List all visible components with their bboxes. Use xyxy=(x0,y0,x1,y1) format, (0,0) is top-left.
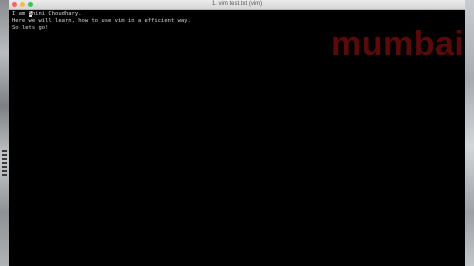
window-title: 1. vim test.txt (vim) xyxy=(211,1,263,7)
line-1-start: I am xyxy=(12,11,29,17)
title-bar[interactable]: 1. vim test.txt (vim) xyxy=(9,0,465,10)
dock-indicator xyxy=(2,150,7,178)
line-1-rest: hini Choudhary. xyxy=(31,11,82,17)
watermark: mumbai xyxy=(331,25,465,63)
desktop-background-left xyxy=(0,0,9,266)
text-line-2: Here we will learn, how to use vim in a … xyxy=(12,18,191,24)
terminal-window: 1. vim test.txt (vim) I am Shini Choudha… xyxy=(9,0,465,266)
text-line-1: I am Shini Choudhary. xyxy=(12,11,461,18)
desktop-background-right xyxy=(465,0,474,266)
